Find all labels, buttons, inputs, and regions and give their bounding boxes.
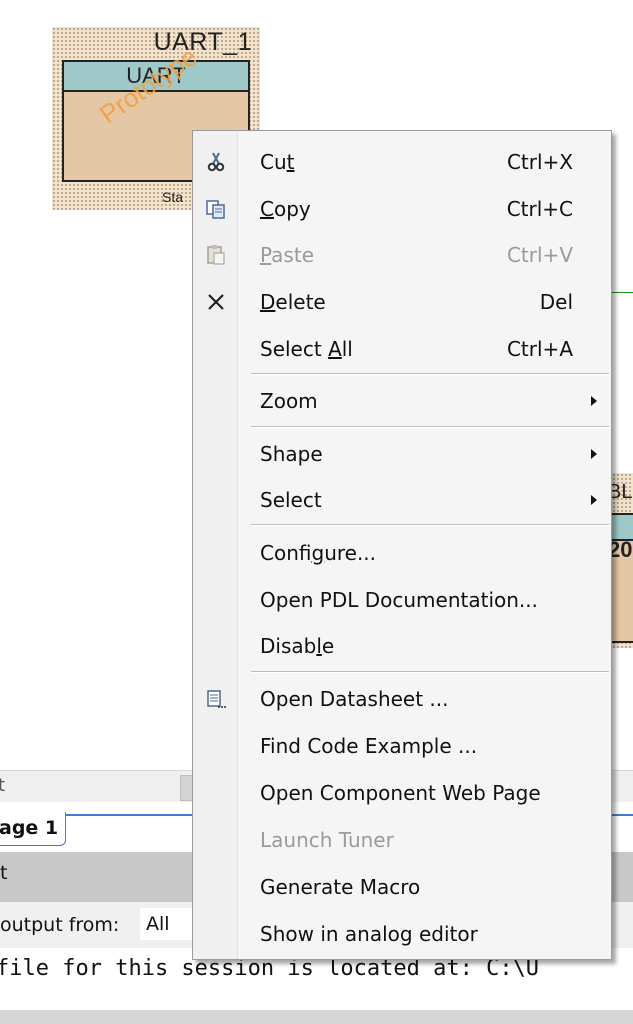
menu-item-label: Shape bbox=[260, 442, 323, 466]
menu-item-label: Select bbox=[260, 488, 322, 512]
menu-item-copy[interactable]: Copy Ctrl+C bbox=[193, 186, 611, 232]
menu-item-label: Generate Macro bbox=[260, 875, 421, 899]
menu-item-shortcut: Ctrl+V bbox=[506, 243, 573, 267]
menu-item-label: Find Code Example ... bbox=[260, 734, 478, 758]
menu-item-show-in-analog-editor[interactable]: Show in analog editor bbox=[193, 911, 611, 957]
datasheet-icon bbox=[205, 688, 227, 710]
menu-item-shortcut: Ctrl+A bbox=[506, 337, 573, 361]
menu-item-label: Open Component Web Page bbox=[260, 781, 541, 805]
context-menu: Cut Ctrl+X Copy Ctrl+C Paste Ctrl+V Delete Del S… bbox=[192, 130, 612, 960]
menu-item-label: Open PDL Documentation... bbox=[260, 588, 538, 612]
tab-page-1[interactable]: age 1 bbox=[0, 812, 66, 846]
menu-item-label: Select All bbox=[260, 337, 353, 361]
menu-item-open-datasheet[interactable]: Open Datasheet ... bbox=[193, 676, 611, 722]
menu-item-label: Disable bbox=[260, 634, 335, 658]
menu-item-label: Cut bbox=[260, 150, 295, 174]
output-filter-select[interactable]: All bbox=[140, 908, 200, 940]
output-panel-title: t bbox=[0, 862, 8, 884]
right-component-body[interactable] bbox=[610, 513, 633, 643]
menu-item-label: Show in analog editor bbox=[260, 922, 478, 946]
menu-separator bbox=[251, 426, 609, 428]
submenu-arrow-icon bbox=[591, 495, 597, 505]
menu-item-disable[interactable]: Disable bbox=[193, 623, 611, 669]
menu-item-shortcut: Ctrl+C bbox=[506, 197, 573, 221]
menu-item-generate-macro[interactable]: Generate Macro bbox=[193, 864, 611, 910]
schematic-wire[interactable] bbox=[612, 292, 633, 293]
menu-item-label: Zoom bbox=[260, 389, 318, 413]
copy-icon bbox=[205, 198, 227, 220]
menu-item-open-pdl-documentation[interactable]: Open PDL Documentation... bbox=[193, 577, 611, 623]
output-filter-label: output from: bbox=[0, 914, 120, 936]
paste-icon bbox=[205, 244, 227, 266]
menu-item-shape[interactable]: Shape bbox=[193, 431, 611, 477]
submenu-arrow-icon bbox=[591, 396, 597, 406]
menu-item-configure[interactable]: Configure... bbox=[193, 530, 611, 576]
menu-item-label: Launch Tuner bbox=[260, 828, 394, 852]
menu-item-select-all[interactable]: Select All Ctrl+A bbox=[193, 326, 611, 372]
menu-item-cut[interactable]: Cut Ctrl+X bbox=[193, 139, 611, 185]
menu-separator bbox=[251, 524, 609, 526]
submenu-arrow-icon bbox=[591, 449, 597, 459]
menu-item-delete[interactable]: Delete Del bbox=[193, 279, 611, 325]
menu-item-paste: Paste Ctrl+V bbox=[193, 232, 611, 278]
menu-item-open-component-web-page[interactable]: Open Component Web Page bbox=[193, 770, 611, 816]
scissors-icon bbox=[205, 151, 227, 173]
menu-separator bbox=[251, 373, 609, 375]
menu-item-shortcut: Del bbox=[539, 290, 573, 314]
menu-item-label: Copy bbox=[260, 197, 311, 221]
menu-item-shortcut: Ctrl+X bbox=[506, 150, 573, 174]
menu-item-label: Delete bbox=[260, 290, 326, 314]
uart-footer-text: Sta bbox=[162, 189, 184, 205]
scroll-label: t bbox=[0, 775, 6, 796]
menu-item-select[interactable]: Select bbox=[193, 477, 611, 523]
menu-item-label: Open Datasheet ... bbox=[260, 687, 449, 711]
delete-x-icon bbox=[205, 291, 227, 313]
status-bar bbox=[0, 1010, 633, 1024]
menu-item-launch-tuner: Launch Tuner bbox=[193, 817, 611, 863]
menu-item-find-code-example[interactable]: Find Code Example ... bbox=[193, 723, 611, 769]
menu-item-label: Paste bbox=[260, 243, 314, 267]
menu-item-zoom[interactable]: Zoom bbox=[193, 378, 611, 424]
menu-item-label: Configure... bbox=[260, 541, 377, 565]
menu-separator bbox=[251, 671, 609, 673]
